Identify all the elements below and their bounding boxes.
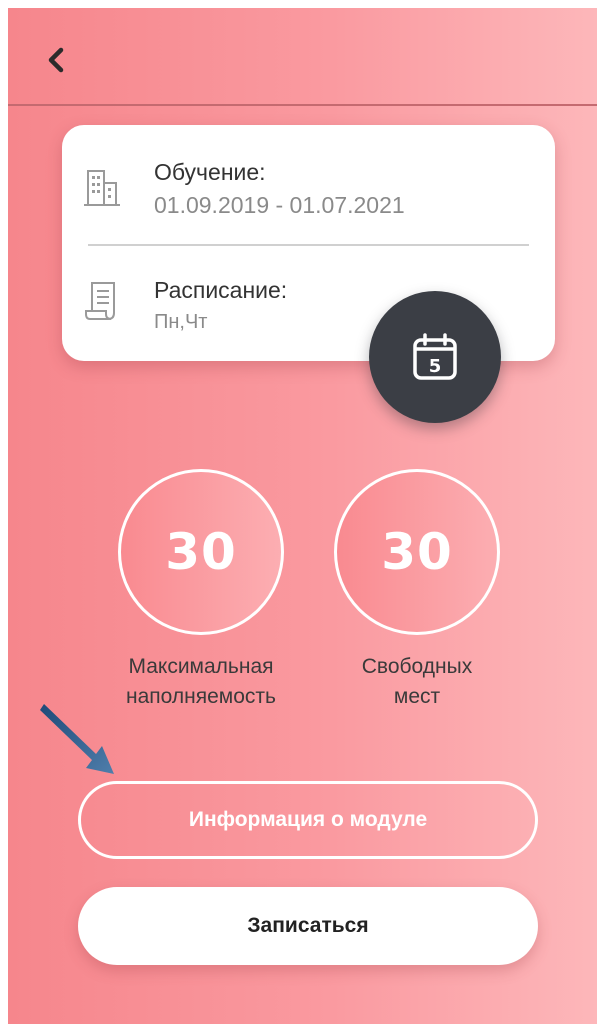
app-screen: Обучение: 01.09.2019 - 01.07.2021 Распис… <box>8 8 597 1024</box>
max-capacity-circle: 30 <box>118 469 284 635</box>
document-icon <box>85 282 115 320</box>
max-capacity-value: 30 <box>165 523 237 581</box>
module-info-label: Информация о модуле <box>188 808 428 831</box>
free-places-label: Свободных мест <box>361 655 473 708</box>
study-period-row: Обучение: 01.09.2019 - 01.07.2021 <box>62 149 555 239</box>
enroll-label: Записаться <box>247 914 369 937</box>
enroll-button[interactable]: Записаться <box>78 887 538 965</box>
module-info-button[interactable]: Информация о модуле <box>78 781 538 859</box>
chevron-left-icon <box>48 47 64 73</box>
free-places-value: 30 <box>381 523 453 581</box>
study-dates: 01.09.2019 - 01.07.2021 <box>154 192 405 218</box>
back-button[interactable] <box>38 42 74 78</box>
card-divider <box>88 244 529 246</box>
calendar-icon: 5 <box>413 333 457 380</box>
schedule-days: Пн,Чт <box>154 311 208 333</box>
top-bar <box>8 8 597 106</box>
schedule-title: Расписание: <box>154 277 288 303</box>
building-icon <box>84 170 120 206</box>
free-places-circle: 30 <box>334 469 500 635</box>
calendar-button[interactable]: 5 <box>369 291 501 423</box>
study-title: Обучение: <box>154 159 266 185</box>
pointer-arrow-icon <box>40 704 114 774</box>
calendar-day-number: 5 <box>429 356 442 377</box>
